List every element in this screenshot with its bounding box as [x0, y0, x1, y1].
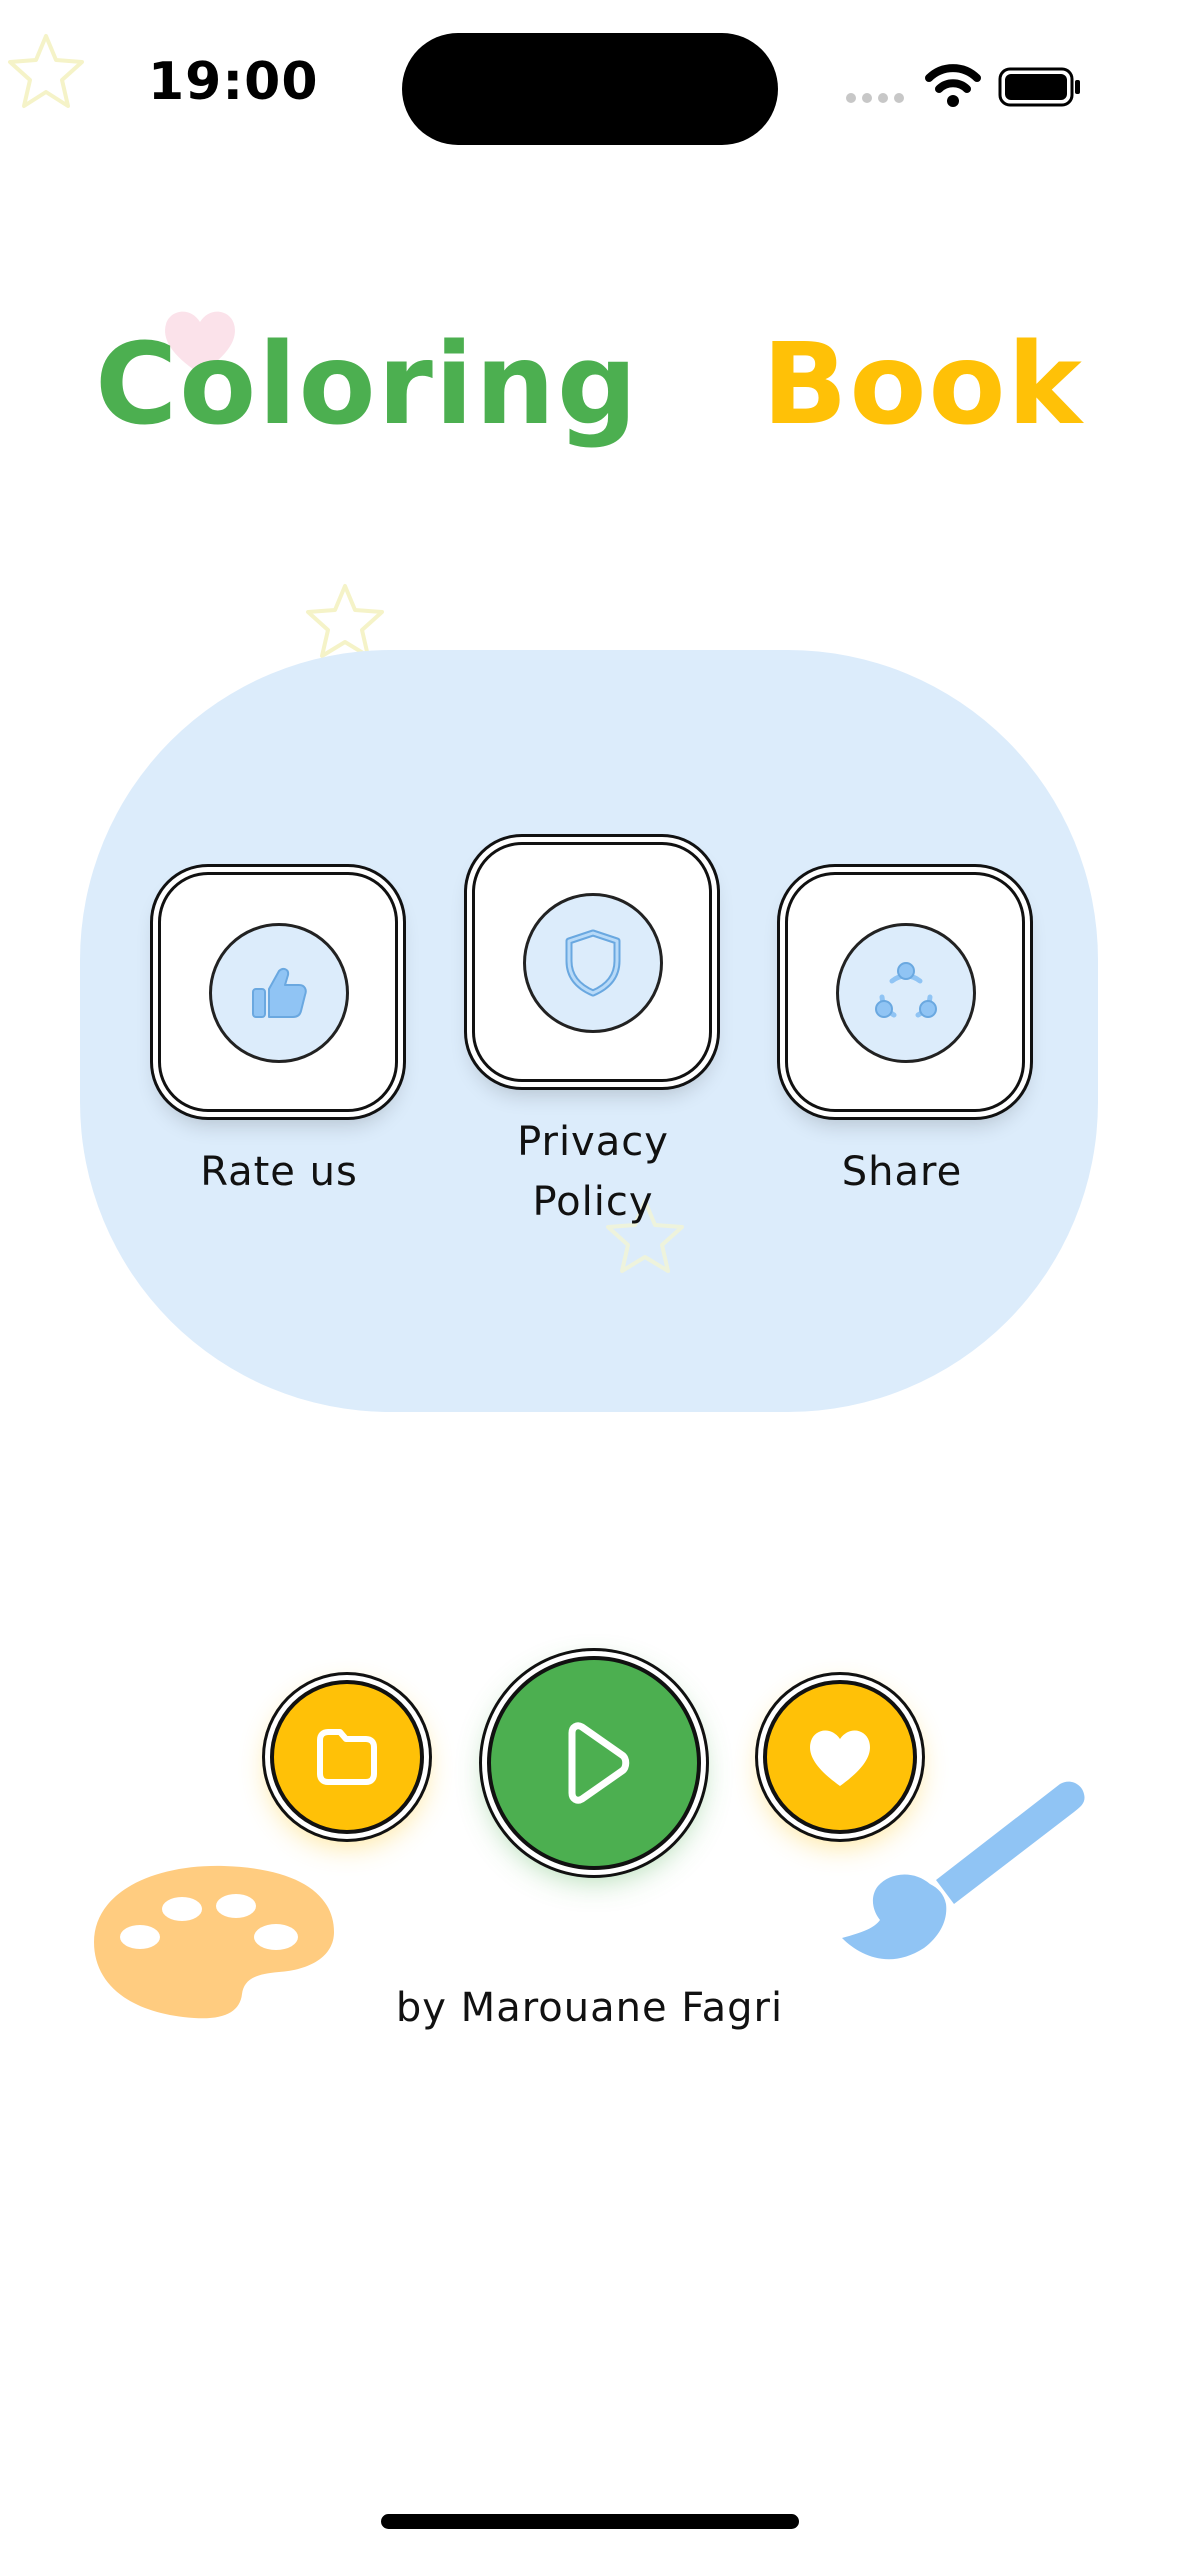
privacy-policy-button[interactable] [472, 842, 712, 1082]
gallery-folder-button[interactable] [270, 1680, 424, 1834]
share-icon-circle [836, 923, 976, 1063]
rate-us-label: Rate us [200, 1149, 358, 1195]
play-icon [568, 1722, 630, 1804]
dynamic-island [402, 33, 778, 145]
battery-icon [998, 67, 1080, 107]
privacy-policy-label-line1: Privacy [517, 1119, 669, 1165]
home-indicator[interactable] [381, 2514, 799, 2529]
thumbs-up-icon [252, 967, 307, 1018]
star-decoration-icon [306, 584, 384, 658]
title-space [680, 320, 721, 450]
folder-icon [317, 1729, 377, 1785]
paint-brush-icon [842, 1781, 1085, 1960]
wifi-icon [925, 64, 981, 107]
author-credit: by Marouane Fagri [395, 1985, 784, 2031]
status-time: 19:00 [148, 52, 319, 112]
share-button[interactable] [785, 872, 1025, 1112]
app-title: Coloring Book [0, 320, 1179, 450]
play-button[interactable] [487, 1656, 701, 1870]
privacy-policy-icon-circle [523, 893, 663, 1033]
title-word-coloring: Coloring [95, 320, 640, 450]
star-decoration-icon [8, 34, 84, 108]
shield-icon [565, 929, 621, 997]
rate-us-button[interactable] [158, 872, 398, 1112]
rate-us-icon-circle [209, 923, 349, 1063]
privacy-policy-label-line2: Policy [532, 1179, 654, 1225]
privacy-policy-label: Privacy Policy [443, 1112, 743, 1232]
share-icon [875, 962, 937, 1018]
share-label: Share [841, 1149, 963, 1195]
main-screen: 19:00 Coloring Book Rate us Privacy Poli… [0, 0, 1179, 2556]
cellular-signal-icon [846, 93, 904, 103]
title-word-book: Book [762, 320, 1084, 450]
